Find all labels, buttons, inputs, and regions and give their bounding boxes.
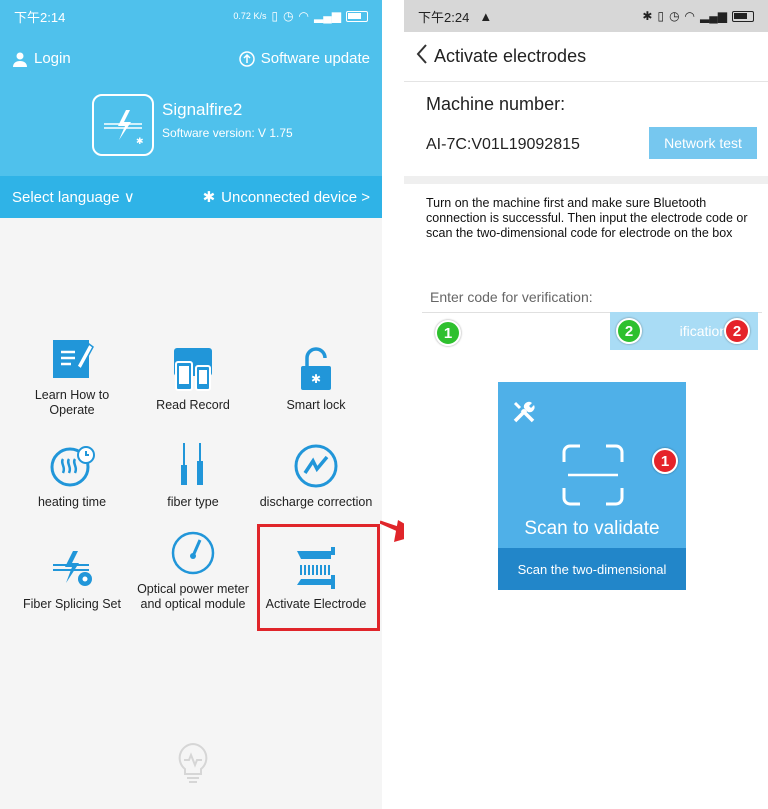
machine-number-value: AI-7C:V01L19092815 — [426, 136, 580, 153]
network-test-button[interactable]: Network test — [649, 127, 757, 159]
grid-item-smart-lock[interactable]: ✱ Smart lock — [256, 346, 376, 413]
status-time-text: 下午2:24 — [418, 9, 470, 25]
login-button[interactable]: Login — [12, 50, 71, 67]
bluetooth-icon: ✱ — [202, 189, 216, 206]
grid-item-label: heating time — [37, 495, 107, 509]
bluetooth-status-icon: ✱ — [642, 9, 653, 23]
software-update-button[interactable]: Software update — [239, 50, 370, 67]
software-update-label: Software update — [260, 50, 370, 67]
grid-item-label: Smart lock — [286, 398, 346, 412]
grid-item-heating-time[interactable]: heating time — [12, 443, 132, 510]
battery-icon — [732, 10, 754, 22]
page-title: Activate electrodes — [434, 46, 587, 66]
grid-item-label: Learn How to Operate — [34, 388, 110, 417]
status-time: 下午2:14 — [14, 9, 66, 25]
language-bar: Select language ∨ ✱ Unconnected device > — [0, 176, 382, 218]
signal-icon: ▂▄▆ — [314, 9, 341, 23]
software-version: Software version: V 1.75 — [162, 126, 293, 140]
title-bar: Activate electrodes — [404, 32, 768, 82]
svg-text:✱: ✱ — [311, 372, 321, 386]
battery-icon — [346, 10, 368, 22]
select-language-button[interactable]: Select language ∨ — [12, 188, 203, 206]
svg-text:✱: ✱ — [136, 137, 144, 147]
grid-item-read-record[interactable]: Read Record — [133, 346, 253, 413]
net-speed: 0.72 K/s — [233, 11, 267, 21]
scan-frame-icon — [562, 444, 624, 511]
section-divider — [404, 176, 768, 184]
left-phone-screen: 下午2:14 0.72 K/s ▯ ◷ ◠ ▂▄▆ Login Software… — [0, 0, 382, 809]
grid-item-learn[interactable]: Learn How to Operate — [12, 336, 132, 418]
scan-label: Scan to validate — [524, 518, 660, 539]
grid-item-optical-power[interactable]: Optical power meter and optical module — [133, 530, 253, 625]
grid-item-fiber-type[interactable]: fiber type — [133, 443, 253, 510]
alarm-icon: ◷ — [669, 9, 680, 23]
user-icon — [13, 52, 27, 67]
grid-item-label: discharge correction — [259, 495, 373, 509]
app-logo: ✱ — [92, 94, 154, 156]
verification-field-label: Enter code for verification: — [430, 289, 593, 305]
wifi-icon: ◠ — [684, 9, 696, 23]
tools-icon — [512, 400, 536, 430]
signal-icon: ▂▄▆ — [700, 9, 727, 23]
brand-name: Signalfire2 — [162, 100, 243, 119]
fiber-icon — [170, 443, 216, 489]
step-badge-scan: 1 — [652, 448, 678, 474]
notification-icon: ▲ — [479, 8, 493, 24]
upload-icon — [239, 50, 255, 67]
splice-settings-icon — [49, 545, 95, 591]
step-badge-input: 1 — [435, 320, 461, 346]
machine-number-label: Machine number: — [426, 94, 566, 114]
scan-footer: Scan the two-dimensional — [498, 548, 686, 590]
grid-item-label: Fiber Splicing Set — [23, 597, 121, 611]
device-connection-button[interactable]: ✱ Unconnected device > — [202, 188, 370, 207]
lightbulb-icon[interactable] — [176, 742, 210, 791]
grid-item-label: Optical power meter and optical module — [137, 582, 249, 611]
alarm-icon: ◷ — [283, 9, 294, 23]
grid-item-label: fiber type — [167, 495, 219, 509]
grid-item-fiber-splicing-set[interactable]: Fiber Splicing Set — [12, 545, 132, 612]
status-time: 下午2:24 ▲ — [418, 7, 642, 26]
back-chevron-icon[interactable] — [416, 43, 428, 70]
right-phone-screen: 下午2:24 ▲ ✱ ▯ ◷ ◠ ▂▄▆ Activate electrodes… — [404, 0, 768, 809]
discharge-icon — [293, 443, 339, 489]
app-header: Login Software update ✱ Signalfire2 Soft… — [0, 32, 382, 176]
highlight-box — [257, 524, 380, 631]
devices-icon — [170, 346, 216, 392]
heating-clock-icon — [49, 443, 95, 489]
gauge-icon — [170, 530, 216, 576]
vibrate-icon: ▯ — [271, 9, 279, 23]
grid-item-discharge-correction[interactable]: discharge correction — [256, 443, 376, 510]
fiber-splice-logo-icon: ✱ — [104, 110, 144, 147]
login-label: Login — [34, 50, 71, 67]
vibrate-icon: ▯ — [657, 9, 665, 23]
status-icons: 0.72 K/s ▯ ◷ ◠ ▂▄▆ — [233, 9, 368, 23]
status-bar: 下午2:24 ▲ ✱ ▯ ◷ ◠ ▂▄▆ — [404, 0, 768, 32]
status-icons: ✱ ▯ ◷ ◠ ▂▄▆ — [642, 9, 754, 23]
lock-icon: ✱ — [293, 346, 339, 392]
edit-icon — [49, 336, 95, 382]
instructions-text: Turn on the machine first and make sure … — [426, 196, 748, 240]
device-status-label: Unconnected device > — [221, 188, 370, 206]
step-badge-button-right: 2 — [724, 318, 750, 344]
step-badge-button: 2 — [616, 318, 642, 344]
brand-block: Signalfire2 Software version: V 1.75 — [162, 100, 293, 140]
wifi-icon: ◠ — [298, 9, 310, 23]
scan-to-validate-button[interactable]: Scan to validate Scan the two-dimensiona… — [498, 382, 686, 590]
status-bar: 下午2:14 0.72 K/s ▯ ◷ ◠ ▂▄▆ — [0, 0, 382, 32]
grid-item-label: Read Record — [156, 398, 230, 412]
